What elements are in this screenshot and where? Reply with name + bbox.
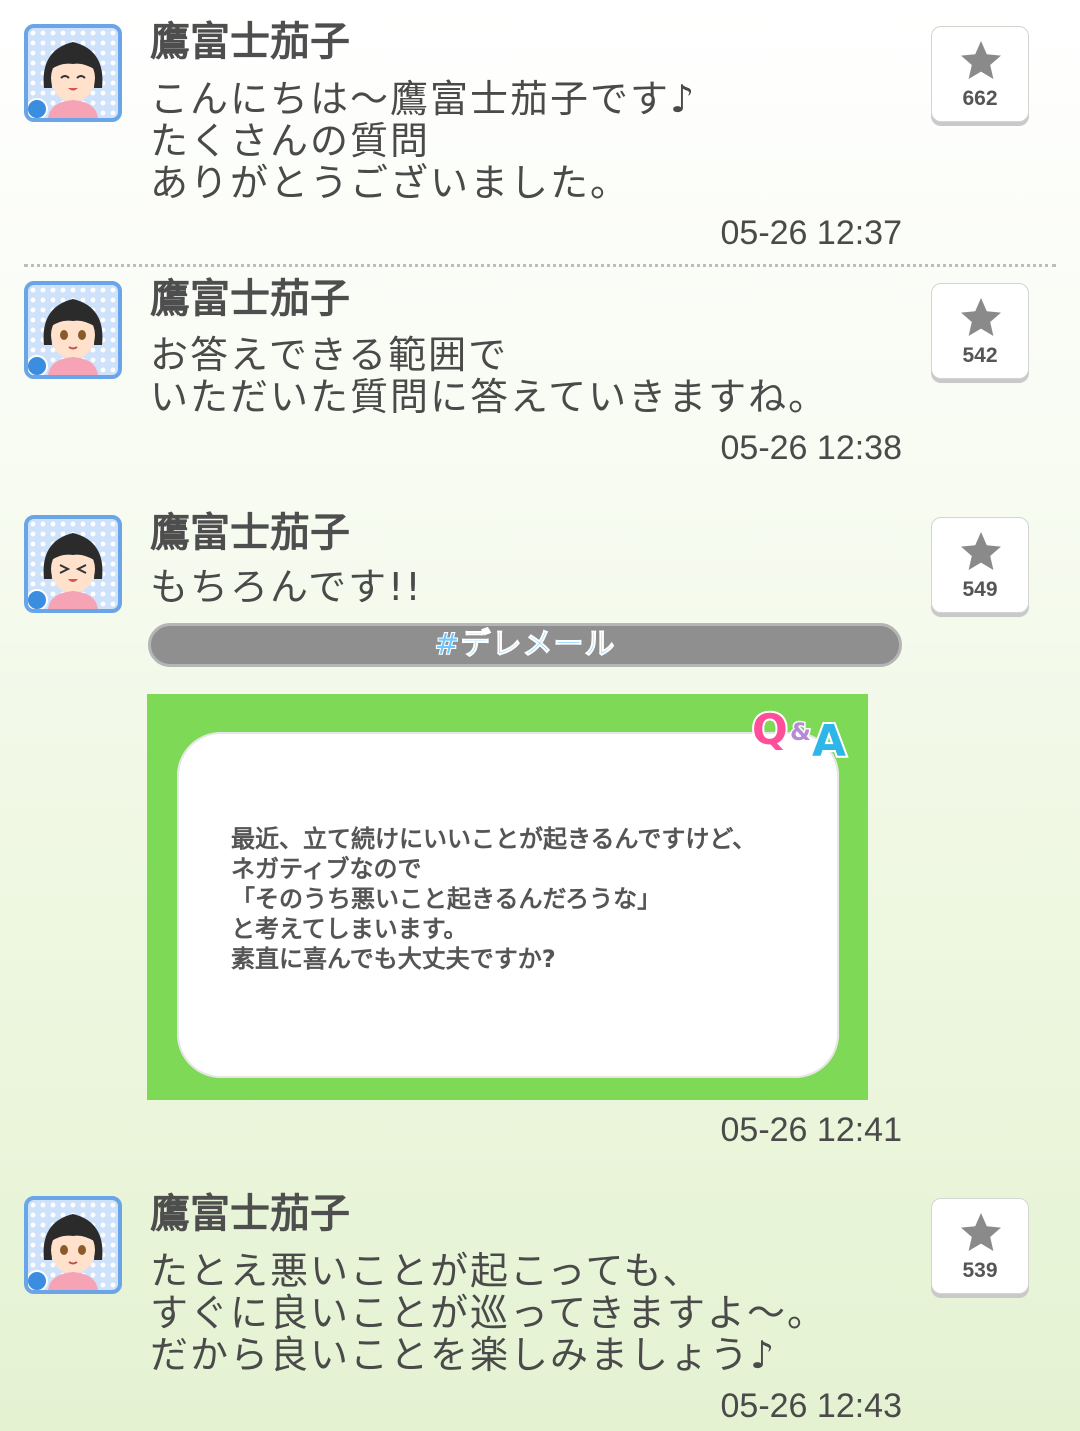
timestamp: 05-26 12:38 bbox=[720, 429, 903, 467]
message-text: こんにちは～鷹富士茄子です♪ たくさんの質問 ありがとうございました。 bbox=[150, 77, 697, 205]
favorite-button[interactable]: 549 bbox=[931, 517, 1029, 613]
qa-question-text: 最近、立て続けにいいことが起きるんですけど、 ネガティブなので 「そのうち悪いこ… bbox=[231, 825, 757, 973]
avatar[interactable] bbox=[24, 281, 122, 379]
favorite-count: 539 bbox=[962, 1259, 998, 1282]
poster-name: 鷹富士茄子 bbox=[150, 19, 350, 65]
avatar[interactable] bbox=[24, 24, 122, 122]
svg-text:Q: Q bbox=[752, 705, 788, 754]
hashtag-link[interactable]: #デレメール bbox=[148, 623, 902, 667]
message-text: たとえ悪いことが起こっても、 すぐに良いことが巡ってきますよ～。 だから良いこと… bbox=[150, 1249, 827, 1377]
diamond-icon bbox=[28, 355, 48, 375]
hashtag-label: #デレメール bbox=[434, 627, 616, 663]
message-text: お答えできる範囲で いただいた質問に答えていきますね。 bbox=[150, 333, 829, 419]
favorite-button[interactable]: 662 bbox=[931, 26, 1029, 122]
favorite-count: 662 bbox=[962, 87, 998, 110]
favorite-button[interactable]: 542 bbox=[931, 283, 1029, 379]
diamond-icon bbox=[28, 1270, 48, 1290]
qa-logo: Q & A bbox=[750, 703, 848, 762]
diamond-icon bbox=[28, 589, 48, 609]
star-icon bbox=[961, 41, 1001, 79]
message-text: もちろんです!! bbox=[150, 565, 423, 609]
star-icon bbox=[961, 1213, 1001, 1251]
poster-name: 鷹富士茄子 bbox=[150, 276, 350, 322]
favorite-count: 549 bbox=[962, 578, 998, 601]
svg-text:&: & bbox=[790, 718, 811, 746]
avatar[interactable] bbox=[24, 515, 122, 613]
favorite-button[interactable]: 539 bbox=[931, 1198, 1029, 1294]
timestamp: 05-26 12:41 bbox=[720, 1111, 903, 1149]
poster-name: 鷹富士茄子 bbox=[150, 510, 350, 556]
poster-name: 鷹富士茄子 bbox=[150, 1191, 350, 1237]
svg-text:A: A bbox=[812, 716, 846, 762]
qa-image[interactable]: 最近、立て続けにいいことが起きるんですけど、 ネガティブなので 「そのうち悪いこ… bbox=[147, 694, 868, 1100]
star-icon bbox=[961, 532, 1001, 570]
favorite-count: 542 bbox=[962, 344, 998, 367]
timestamp: 05-26 12:37 bbox=[720, 214, 903, 252]
star-icon bbox=[961, 298, 1001, 336]
qa-question-panel: 最近、立て続けにいいことが起きるんですけど、 ネガティブなので 「そのうち悪いこ… bbox=[177, 732, 839, 1078]
divider bbox=[24, 264, 1056, 267]
avatar[interactable] bbox=[24, 1196, 122, 1294]
timestamp: 05-26 12:43 bbox=[720, 1387, 903, 1425]
diamond-icon bbox=[28, 98, 48, 118]
